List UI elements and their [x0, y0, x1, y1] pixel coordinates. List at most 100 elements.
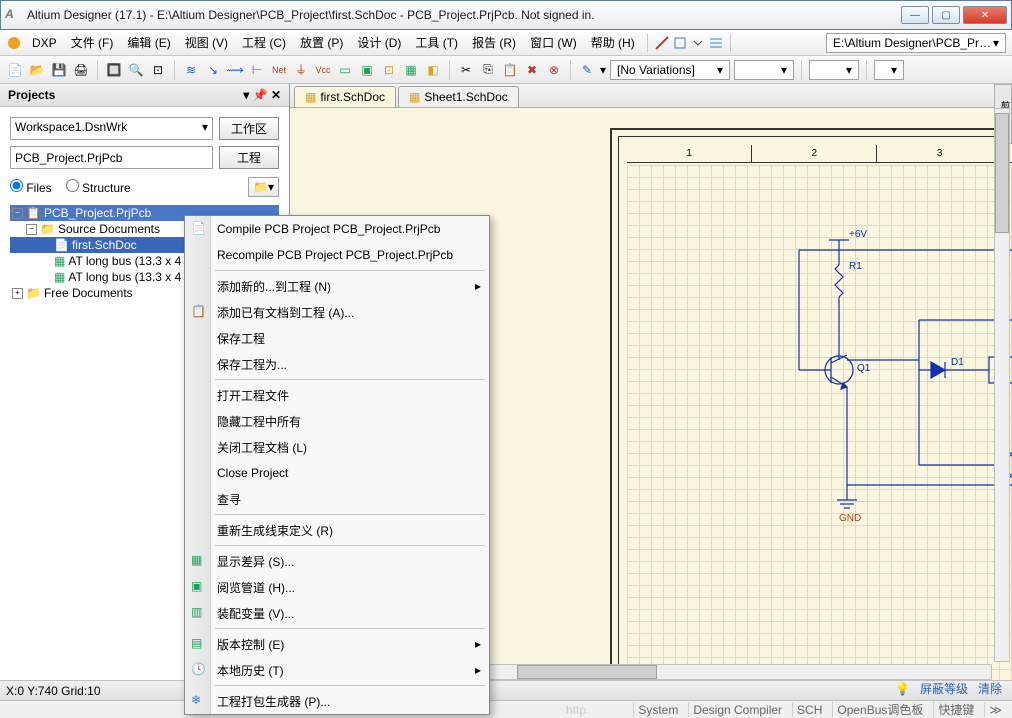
ctx-local-history[interactable]: 🕓本地历史 (T)▸ — [185, 657, 489, 683]
tab-sheet1-schdoc[interactable]: ▦ Sheet1.SchDoc — [398, 86, 519, 107]
radio-files[interactable]: Files — [10, 179, 52, 195]
menu-reports[interactable]: 报告 (R) — [466, 31, 522, 54]
panel-dropdown-icon[interactable]: ▾ — [243, 88, 249, 102]
netlabel-icon[interactable]: Net — [270, 61, 288, 79]
net-label-gnd: GND — [839, 513, 861, 524]
save-icon[interactable]: 💾 — [50, 61, 68, 79]
bottom-more-icon[interactable]: ≫ — [984, 703, 1006, 717]
sheet-icon[interactable]: ▣ — [358, 61, 376, 79]
union-icon[interactable]: ⊗ — [545, 61, 563, 79]
ctx-close-docs[interactable]: 关闭工程文档 (L) — [185, 434, 489, 460]
text-icon[interactable]: ▦ — [402, 61, 420, 79]
expand-icon[interactable]: + — [12, 288, 23, 299]
new-doc-icon[interactable]: 📄 — [6, 61, 24, 79]
wire-tool-icon[interactable] — [654, 35, 670, 51]
vcc-icon[interactable]: Vcc — [314, 61, 332, 79]
ctx-save[interactable]: 保存工程 — [185, 325, 489, 351]
maximize-button[interactable]: ▢ — [932, 6, 960, 24]
align-tool-icon[interactable] — [708, 35, 724, 51]
ctx-assembly-var[interactable]: ▥装配变量 (V)... — [185, 600, 489, 626]
menu-project[interactable]: 工程 (C) — [236, 31, 292, 54]
pencil-icon[interactable]: ✎ — [578, 61, 596, 79]
cut-icon[interactable]: ✂ — [457, 61, 475, 79]
ctx-packager[interactable]: ❄工程打包生成器 (P)... — [185, 688, 489, 714]
ctx-add-new[interactable]: 添加新的...到工程 (N)▸ — [185, 273, 489, 299]
harness2-icon[interactable]: ◧ — [424, 61, 442, 79]
project-button[interactable]: 工程 — [219, 146, 279, 169]
menu-design[interactable]: 设计 (D) — [351, 31, 407, 54]
menu-edit[interactable]: 编辑 (E) — [121, 31, 176, 54]
ctx-compile[interactable]: 📄Compile PCB Project PCB_Project.PrjPcb — [185, 216, 489, 242]
chevron-down-icon: ▾ — [993, 36, 999, 50]
folder-options-icon[interactable]: 📁▾ — [248, 177, 279, 197]
chevron-down-icon[interactable]: ▾ — [600, 63, 606, 77]
bottom-sch[interactable]: SCH — [792, 703, 826, 717]
menu-tools[interactable]: 工具 (T) — [409, 31, 464, 54]
signal-icon[interactable]: ⟿ — [226, 61, 244, 79]
dropdown-icon[interactable] — [690, 35, 706, 51]
gnd-icon[interactable]: ⏚ — [292, 61, 310, 79]
menu-view[interactable]: 视图 (V) — [179, 31, 234, 54]
panel-pin-icon[interactable]: 📌 — [253, 88, 268, 102]
workspace-button[interactable]: 工作区 — [219, 117, 279, 140]
bulb-icon[interactable]: 💡 — [891, 681, 914, 697]
bottom-design-compiler[interactable]: Design Compiler — [688, 703, 786, 717]
refdes-d1: D1 — [951, 357, 964, 368]
collapse-icon[interactable]: − — [26, 224, 37, 235]
ctx-hide-all[interactable]: 隐藏工程中所有 — [185, 408, 489, 434]
close-button[interactable]: ✕ — [963, 6, 1007, 24]
variations-value: [No Variations] — [617, 63, 695, 77]
ctx-find[interactable]: 查寻 — [185, 486, 489, 512]
project-input[interactable] — [10, 146, 213, 169]
ctx-version-control[interactable]: ▤版本控制 (E)▸ — [185, 631, 489, 657]
zoom-out-icon[interactable]: ⊡ — [149, 61, 167, 79]
paste-icon[interactable]: 📋 — [501, 61, 519, 79]
minimize-button[interactable]: — — [901, 6, 929, 24]
zoom-fit-icon[interactable]: 🔲 — [105, 61, 123, 79]
cross-icon[interactable]: ✖ — [523, 61, 541, 79]
bottom-system[interactable]: System — [633, 703, 682, 717]
print-icon[interactable]: 🖨 — [72, 61, 90, 79]
vertical-scrollbar[interactable] — [994, 108, 1010, 662]
ctx-regenerate[interactable]: 重新生成线束定义 (R) — [185, 517, 489, 543]
menu-dxp[interactable]: DXP — [26, 33, 63, 53]
clear-link[interactable]: 清除 — [974, 679, 1006, 698]
extra-select-1[interactable]: ▾ — [734, 60, 794, 80]
ctx-recompile[interactable]: Recompile PCB Project PCB_Project.PrjPcb — [185, 242, 489, 268]
bus-icon[interactable]: ↘ — [204, 61, 222, 79]
watermark: http — [566, 703, 586, 717]
ctx-add-existing[interactable]: 📋添加已有文档到工程 (A)... — [185, 299, 489, 325]
bottom-shortcut[interactable]: 快捷键 — [933, 701, 978, 718]
radio-structure[interactable]: Structure — [66, 179, 131, 195]
workspace-select[interactable]: Workspace1.DsnWrk ▾ — [10, 117, 213, 140]
menu-help[interactable]: 帮助 (H) — [585, 31, 641, 54]
copy-icon[interactable]: ⎘ — [479, 61, 497, 79]
variations-select[interactable]: [No Variations] ▾ — [610, 60, 730, 80]
menu-file[interactable]: 文件 (F) — [65, 31, 120, 54]
add-doc-icon: 📋 — [191, 304, 207, 320]
extra-select-2[interactable]: ▾ — [809, 60, 859, 80]
zoom-in-icon[interactable]: 🔍 — [127, 61, 145, 79]
menu-place[interactable]: 放置 (P) — [294, 31, 349, 54]
path-text: E:\Altium Designer\PCB_Project — [833, 36, 993, 50]
menu-window[interactable]: 窗口 (W) — [524, 31, 583, 54]
ctx-show-diff[interactable]: ▦显示差异 (S)... — [185, 548, 489, 574]
extra-select-3[interactable]: ▾ — [874, 60, 904, 80]
ctx-close-project[interactable]: Close Project — [185, 460, 489, 486]
port-icon[interactable]: ⊡ — [380, 61, 398, 79]
bottom-openbus[interactable]: OpenBus调色板 — [832, 701, 927, 718]
part-icon[interactable]: ▭ — [336, 61, 354, 79]
mask-level-link[interactable]: 屏蔽等级 — [916, 679, 972, 698]
ctx-view-channel[interactable]: ▣阅览管道 (H)... — [185, 574, 489, 600]
collapse-icon[interactable]: − — [12, 208, 23, 219]
wire-icon[interactable]: ≋ — [182, 61, 200, 79]
ctx-save-as[interactable]: 保存工程为... — [185, 351, 489, 377]
tab-first-schdoc[interactable]: ▦ first.SchDoc — [294, 86, 396, 107]
open-icon[interactable]: 📂 — [28, 61, 46, 79]
altium-logo-icon — [6, 35, 22, 51]
harness-icon[interactable]: ⊢ — [248, 61, 266, 79]
panel-close-icon[interactable]: ✕ — [271, 88, 281, 102]
select-tool-icon[interactable] — [672, 35, 688, 51]
ctx-open-file[interactable]: 打开工程文件 — [185, 382, 489, 408]
path-selector[interactable]: E:\Altium Designer\PCB_Project ▾ — [826, 33, 1006, 53]
